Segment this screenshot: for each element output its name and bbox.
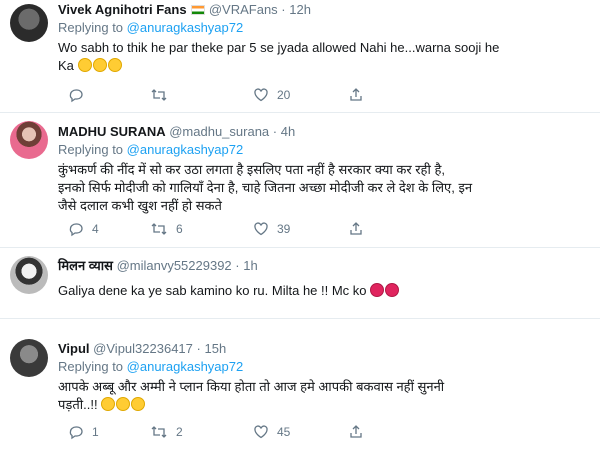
tweet-text-line: Wo sabh to thik he par theke par 5 se jy…	[58, 40, 500, 55]
replying-label: Replying to	[58, 142, 124, 157]
like-icon	[254, 88, 268, 102]
share-button[interactable]	[348, 220, 364, 238]
tweet-text: कुंभकर्ण की नींद में सो कर उठा लगता है इ…	[58, 161, 590, 215]
india-flag-icon	[191, 5, 206, 15]
retweet-icon	[151, 89, 167, 101]
laughing-emoji-icon	[92, 58, 107, 72]
laughing-emoji-icon	[77, 58, 92, 72]
separator-dot: ·	[281, 2, 286, 17]
tweet-actions: 4 6 39	[58, 220, 590, 238]
tweet-2[interactable]: MADHU SURANA @madhu_surana · 4h Replying…	[0, 113, 600, 248]
separator-dot: ·	[196, 341, 201, 356]
replying-label: Replying to	[58, 20, 124, 35]
tweet-text: Wo sabh to thik he par theke par 5 se jy…	[58, 39, 590, 75]
like-button[interactable]: 39	[253, 220, 290, 238]
reply-icon	[69, 89, 83, 103]
tweet-actions: 20	[58, 86, 590, 104]
reply-icon	[69, 426, 83, 440]
tweet-text-line: जैसे दलाल कभी खुश नहीं हो सकते	[58, 198, 222, 213]
author-name[interactable]: Vipul	[58, 341, 90, 356]
separator-dot: ·	[235, 258, 240, 273]
retweet-icon	[151, 223, 167, 235]
tweet-text-line-text: पड़ती..!!	[58, 397, 98, 412]
tweet-header: Vipul @Vipul32236417 · 15h	[58, 341, 590, 357]
author-handle[interactable]: @madhu_surana	[169, 124, 269, 139]
tweet-header: MADHU SURANA @madhu_surana · 4h	[58, 124, 590, 140]
reply-count: 1	[92, 425, 99, 439]
like-button[interactable]: 45	[253, 423, 290, 441]
like-count: 20	[277, 88, 291, 102]
share-icon	[350, 88, 362, 101]
tweet-text-line: आपके अब्बू और अम्मी ने प्लान किया होता त…	[58, 379, 445, 394]
replying-to: Replying to @anuragkashyap72	[58, 359, 590, 375]
reply-count: 4	[92, 222, 99, 236]
author-name[interactable]: Vivek Agnihotri Fans	[58, 2, 187, 17]
retweet-icon	[151, 426, 167, 438]
tweet-text-line: इनको सिर्फ मोदीजी को गालियाँ देना है, चा…	[58, 180, 473, 195]
mention-link[interactable]: @anuragkashyap72	[127, 359, 244, 374]
author-name[interactable]: MADHU SURANA	[58, 124, 166, 139]
avatar[interactable]	[10, 4, 48, 42]
mention-link[interactable]: @anuragkashyap72	[127, 142, 244, 157]
reply-button[interactable]: 1	[68, 423, 99, 441]
share-icon	[350, 425, 362, 438]
smiling-emoji-icon	[131, 397, 146, 411]
tweet-text-line: Galiya dene ka ye sab kamino ko ru. Milt…	[58, 283, 367, 298]
tweet-header: मिलन व्यास @milanvy55229392 · 1h	[58, 258, 590, 274]
tweet-time[interactable]: 15h	[204, 341, 226, 356]
author-handle[interactable]: @VRAFans	[209, 2, 278, 17]
tweet-text-line-2: पड़ती..!!	[58, 396, 590, 414]
replying-to: Replying to @anuragkashyap72	[58, 142, 590, 158]
tweet-text-line-2: Ka	[58, 57, 590, 75]
tweet-time[interactable]: 12h	[289, 2, 311, 17]
retweet-button[interactable]: 6	[150, 220, 183, 238]
mention-link[interactable]: @anuragkashyap72	[127, 20, 244, 35]
angry-face-emoji-icon	[370, 283, 385, 297]
replying-label: Replying to	[58, 359, 124, 374]
share-button[interactable]	[348, 86, 364, 104]
tweet-text: आपके अब्बू और अम्मी ने प्लान किया होता त…	[58, 378, 590, 414]
retweet-button[interactable]: 2	[150, 423, 183, 441]
separator-dot: ·	[272, 124, 278, 139]
reply-button[interactable]: 4	[68, 220, 99, 238]
avatar[interactable]	[10, 256, 48, 294]
tweet-1[interactable]: Vivek Agnihotri Fans @VRAFans · 12h Repl…	[0, 0, 600, 113]
retweet-count: 6	[176, 222, 183, 236]
like-count: 45	[277, 425, 291, 439]
reply-button[interactable]	[68, 86, 84, 104]
reply-icon	[69, 223, 83, 237]
like-icon	[254, 425, 268, 439]
tweet-3[interactable]: मिलन व्यास @milanvy55229392 · 1h Galiya …	[0, 248, 600, 319]
angry-face-emoji-icon	[385, 283, 400, 297]
share-button[interactable]	[348, 423, 364, 441]
author-handle[interactable]: @Vipul32236417	[93, 341, 193, 356]
tweet-text-line: कुंभकर्ण की नींद में सो कर उठा लगता है इ…	[58, 162, 445, 177]
author-handle[interactable]: @milanvy55229392	[117, 258, 232, 273]
share-icon	[350, 222, 362, 235]
replying-to: Replying to @anuragkashyap72	[58, 20, 590, 36]
like-icon	[254, 222, 268, 236]
retweet-button[interactable]	[150, 86, 168, 104]
tweet-header: Vivek Agnihotri Fans @VRAFans · 12h	[58, 2, 590, 18]
tweet-actions: 1 2 45	[58, 423, 590, 441]
author-name[interactable]: मिलन व्यास	[58, 258, 113, 273]
tweet-text: Galiya dene ka ye sab kamino ko ru. Milt…	[58, 282, 590, 300]
like-count: 39	[277, 222, 291, 236]
tweet-text-line-text: Ka	[58, 58, 74, 73]
laughing-emoji-icon	[101, 397, 116, 411]
avatar[interactable]	[10, 121, 48, 159]
tweet-4[interactable]: Vipul @Vipul32236417 · 15h Replying to @…	[0, 319, 600, 450]
tweet-time[interactable]: 1h	[243, 258, 257, 273]
avatar[interactable]	[10, 339, 48, 377]
tweet-time[interactable]: 4h	[281, 124, 295, 139]
rofl-emoji-icon	[116, 397, 131, 411]
laughing-emoji-icon	[107, 58, 122, 72]
retweet-count: 2	[176, 425, 183, 439]
like-button[interactable]: 20	[253, 86, 290, 104]
